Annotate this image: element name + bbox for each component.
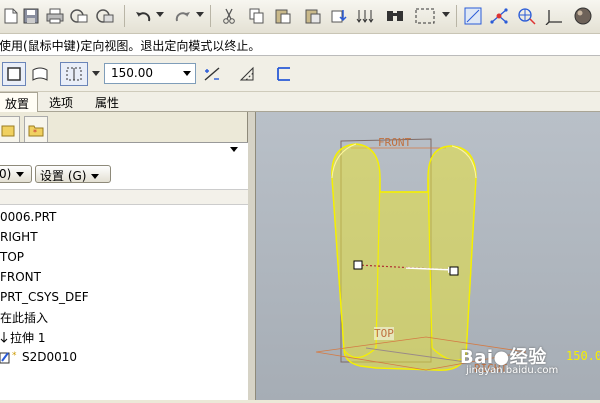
paste-special-icon[interactable] [302, 5, 324, 27]
datum-point-icon[interactable] [516, 5, 538, 27]
depth-value-field[interactable]: 150.00 [104, 63, 196, 84]
remove-material-icon[interactable] [236, 62, 260, 86]
tree-item-top[interactable]: TOP [0, 247, 24, 267]
extrude-icon [0, 330, 8, 344]
new-file-icon[interactable] [0, 5, 22, 27]
navigator-tabs: * [0, 116, 248, 142]
tab-placement[interactable]: 放置 [0, 92, 38, 112]
settings-button-label: 设置 (G) [40, 169, 87, 183]
tab-properties[interactable]: 属性 [90, 92, 124, 112]
tree-item-label: FRONT [0, 270, 41, 284]
tree-item-label: 0006.PRT [0, 210, 57, 224]
navigator-panel: * 0) 设置 (G) 0006.PRT RIGHT TOP FRONT PRT… [0, 112, 248, 400]
sketch-icon: * [0, 349, 22, 365]
show-button[interactable]: 0) [0, 165, 32, 183]
surface-icon[interactable] [28, 62, 52, 86]
tree-header [0, 189, 248, 205]
tree-item-label: RIGHT [0, 230, 38, 244]
tab-options[interactable]: 选项 [44, 92, 78, 112]
email-icon[interactable] [68, 5, 90, 27]
depth-option-icon[interactable] [60, 62, 88, 86]
dashboard-tabs: 放置 选项 属性 [0, 92, 600, 112]
print-icon[interactable] [44, 5, 66, 27]
tree-item-label: S2D0010 [22, 350, 78, 364]
appearance-icon[interactable] [572, 5, 594, 27]
extrude-dashboard: 150.00 [0, 56, 600, 92]
drag-handle-start[interactable] [353, 260, 363, 270]
paste-icon[interactable] [272, 5, 294, 27]
settings-button[interactable]: 设置 (G) [35, 165, 111, 183]
redo-icon[interactable] [172, 5, 194, 27]
flip-direction-icon[interactable] [200, 62, 224, 86]
datum-plane-icon[interactable] [462, 5, 484, 27]
tree-item-label: PRT_CSYS_DEF [0, 290, 89, 304]
redo-dropdown-icon[interactable] [196, 12, 204, 17]
tree-item-part[interactable]: 0006.PRT [0, 207, 56, 227]
tree-item-extrude[interactable]: 拉伸 1 [0, 327, 45, 347]
tree-item-insert-here[interactable]: 在此插入 [0, 307, 48, 327]
datum-label-front: FRONT [378, 136, 412, 149]
model-tree: 0) 设置 (G) 0006.PRT RIGHT TOP FRONT PRT_C… [0, 142, 248, 400]
svg-text:*: * [33, 128, 37, 137]
datum-axis-icon[interactable] [488, 5, 510, 27]
watermark: Bai●经验 jingyan.baidu.com [460, 343, 558, 376]
regen-manager-icon[interactable] [354, 5, 376, 27]
message-text: 使用(鼠标中键)定向视图。退出定向模式以终止。 [0, 39, 261, 53]
part-preview [315, 138, 527, 371]
tree-item-label: 拉伸 1 [10, 330, 46, 345]
panel-sash[interactable] [248, 112, 256, 400]
tab-options-label: 选项 [48, 96, 73, 110]
tab-placement-label: 放置 [4, 97, 29, 111]
tree-item-csys[interactable]: PRT_CSYS_DEF [0, 287, 89, 307]
datum-label-top: TOP [374, 327, 394, 340]
tree-item-front[interactable]: FRONT [0, 267, 41, 287]
selection-box-icon[interactable] [412, 5, 438, 27]
tree-item-label: TOP [0, 250, 25, 264]
solid-icon[interactable] [2, 62, 26, 86]
undo-icon[interactable] [132, 5, 154, 27]
model-tree-tab[interactable] [0, 116, 20, 142]
depth-dropdown-icon[interactable] [92, 71, 100, 76]
show-button-label: 0) [0, 167, 12, 181]
cut-icon[interactable] [218, 5, 240, 27]
folder-browser-tab[interactable]: * [24, 116, 48, 142]
graphics-viewport[interactable]: FRONT TOP RIGHT 150.0 [256, 112, 600, 400]
tree-item-right[interactable]: RIGHT [0, 227, 38, 247]
selection-dropdown-icon[interactable] [442, 12, 450, 17]
copy-icon[interactable] [246, 5, 268, 27]
main-toolbar [0, 0, 600, 34]
dimension-label[interactable]: 150.0 [566, 349, 600, 363]
tree-item-sketch[interactable]: * S2D0010 [0, 347, 77, 367]
tab-properties-label: 属性 [94, 96, 119, 110]
watermark-url: jingyan.baidu.com [466, 365, 559, 376]
regenerate-icon[interactable] [328, 5, 350, 27]
message-bar: 使用(鼠标中键)定向视图。退出定向模式以终止。 [0, 34, 600, 56]
find-icon[interactable] [384, 5, 406, 27]
svg-text:*: * [12, 351, 17, 361]
coord-sys-icon[interactable] [544, 5, 566, 27]
undo-dropdown-icon[interactable] [156, 12, 164, 17]
depth-value: 150.00 [111, 66, 153, 80]
thicken-icon[interactable] [272, 62, 296, 86]
drag-handle-end[interactable] [449, 266, 459, 276]
tree-dropdown-icon[interactable] [230, 147, 238, 152]
tree-item-label: 在此插入 [0, 310, 49, 325]
depth-value-dropdown-icon[interactable] [183, 71, 191, 76]
email-attach-icon[interactable] [94, 5, 116, 27]
save-icon[interactable] [20, 5, 42, 27]
